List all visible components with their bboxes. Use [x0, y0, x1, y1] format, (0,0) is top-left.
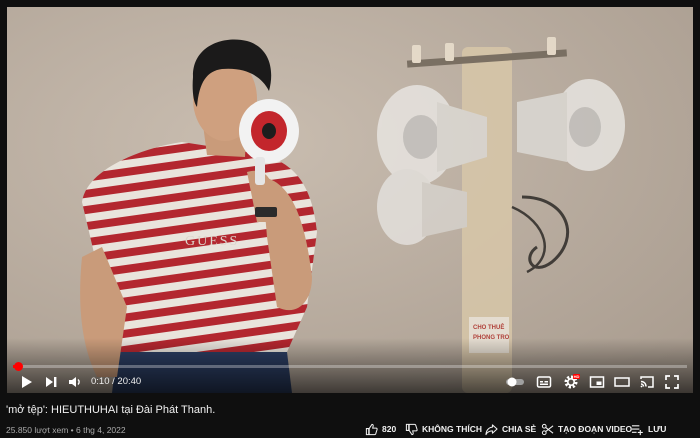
dislike-button[interactable]: KHÔNG THÍCH — [405, 422, 482, 436]
miniplayer-icon[interactable] — [588, 373, 606, 391]
fullscreen-icon[interactable] — [663, 373, 681, 391]
clip-button[interactable]: TẠO ĐOẠN VIDEO — [541, 422, 632, 436]
player-controls: 0:10 / 20:40 HD — [7, 371, 693, 393]
play-icon[interactable] — [17, 373, 35, 391]
volume-icon[interactable] — [66, 373, 84, 391]
share-icon — [485, 423, 498, 435]
video-title: 'mở tệp': HIEUTHUHAI tại Đài Phát Thanh. — [6, 404, 216, 416]
subtitles-icon[interactable] — [535, 373, 553, 391]
share-button[interactable]: CHIA SẺ — [485, 422, 536, 436]
thumbs-up-icon — [365, 423, 378, 435]
autoplay-toggle[interactable] — [505, 373, 527, 391]
theater-icon[interactable] — [613, 373, 631, 391]
settings-hd-badge: HD — [574, 374, 580, 379]
video-player[interactable]: CHO THUÊ PHONG TRO GUESS — [7, 7, 693, 393]
sign-line-1: CHO THUÊ — [473, 323, 504, 331]
next-icon[interactable] — [42, 373, 60, 391]
thumbs-down-icon — [405, 423, 418, 435]
scissors-icon — [541, 423, 554, 435]
save-label: LƯU — [648, 424, 667, 434]
playlist-add-icon — [631, 424, 643, 435]
cast-icon[interactable] — [638, 373, 656, 391]
clip-label: TẠO ĐOẠN VIDEO — [558, 424, 633, 434]
video-meta: 25.850 lượt xem • 6 thg 4, 2022 — [6, 425, 126, 435]
save-button[interactable]: LƯU — [631, 422, 666, 436]
settings-icon[interactable]: HD — [562, 373, 580, 391]
progress-bar[interactable] — [13, 362, 687, 371]
dislike-label: KHÔNG THÍCH — [422, 424, 482, 434]
video-frame[interactable]: CHO THUÊ PHONG TRO GUESS — [7, 7, 693, 393]
shirt-print: GUESS — [185, 234, 239, 249]
time-display: 0:10 / 20:40 — [91, 376, 142, 387]
share-label: CHIA SẺ — [502, 424, 537, 434]
like-count: 820 — [382, 424, 397, 434]
like-button[interactable]: 820 — [365, 422, 396, 436]
